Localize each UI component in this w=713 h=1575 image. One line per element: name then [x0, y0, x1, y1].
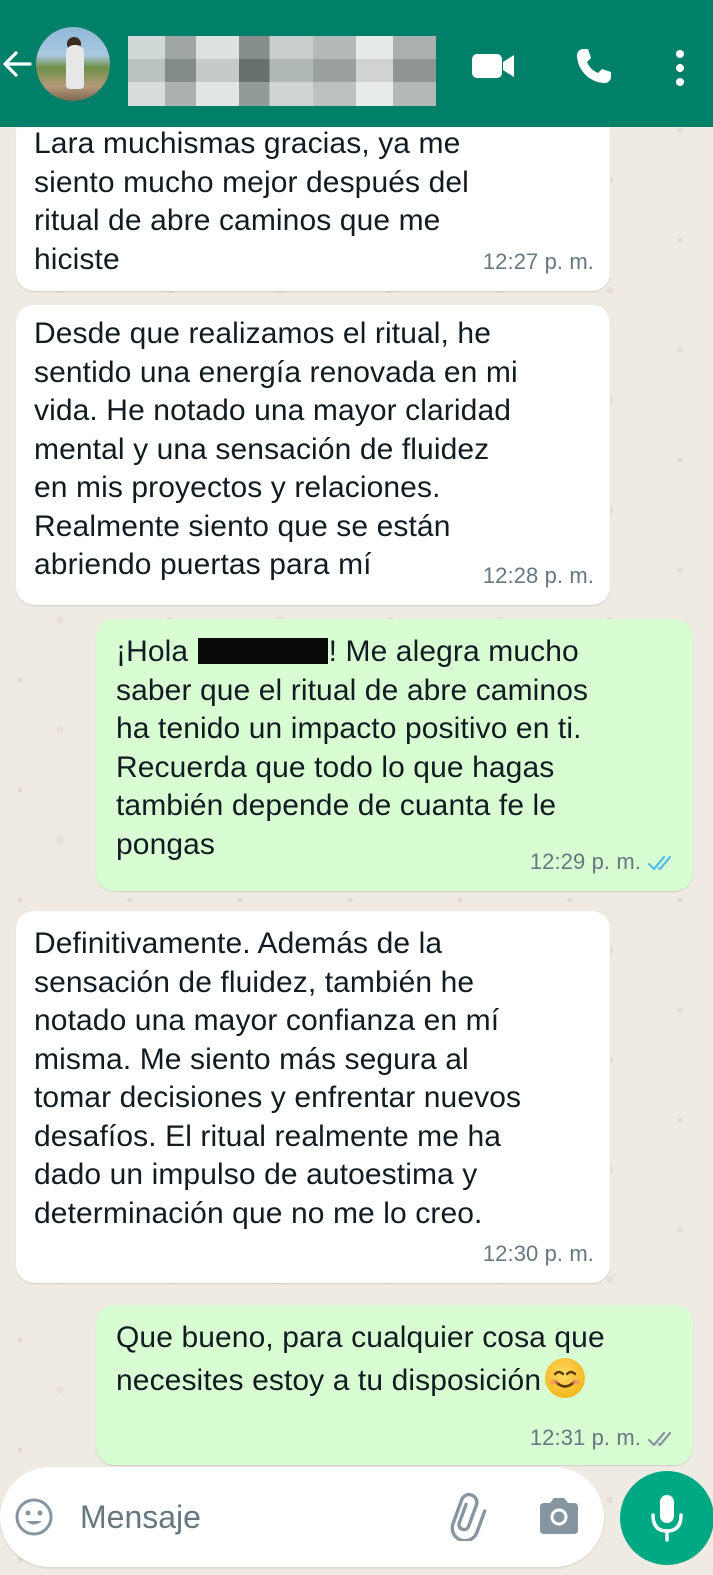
- contact-name[interactable]: [128, 36, 436, 106]
- read-ticks-icon: [647, 855, 672, 870]
- redacted-name: [197, 638, 328, 664]
- message-incoming[interactable]: Desde que realizamos el ritual, he senti…: [16, 305, 610, 605]
- mic-icon: [651, 1495, 683, 1542]
- message-text: ¡Hola ! Me alegra mucho saber que el rit…: [116, 635, 589, 861]
- message-input-bar: [0, 1467, 604, 1567]
- camera-icon[interactable]: [536, 1495, 582, 1537]
- message-input[interactable]: [80, 1491, 420, 1543]
- back-arrow-icon[interactable]: [0, 42, 34, 86]
- emoji-icon[interactable]: [14, 1497, 54, 1537]
- message-text: Desde que realizamos el ritual, he senti…: [34, 317, 518, 581]
- message-time: 12:28 p. m.: [482, 562, 594, 588]
- message-outgoing[interactable]: Que bueno, para cualquier cosa que neces…: [96, 1305, 693, 1465]
- video-call-icon[interactable]: [470, 46, 516, 86]
- more-options-icon[interactable]: [666, 46, 694, 90]
- chat-header: [0, 0, 713, 127]
- attach-icon[interactable]: [444, 1493, 500, 1541]
- message-text: Que bueno, para cualquier cosa que neces…: [116, 1321, 605, 1398]
- message-outgoing[interactable]: ¡Hola ! Me alegra mucho saber que el rit…: [96, 619, 693, 891]
- message-incoming[interactable]: Lara muchismas gracias, ya me siento muc…: [16, 127, 610, 291]
- message-time: 12:29 p. m.: [530, 843, 677, 882]
- voice-call-icon[interactable]: [574, 46, 614, 86]
- message-list: Lara muchismas gracias, ya me siento muc…: [0, 127, 713, 1467]
- voice-message-button[interactable]: [620, 1471, 713, 1565]
- composer: [0, 1467, 713, 1575]
- smiling-face-icon: [545, 1357, 586, 1398]
- message-text: Definitivamente. Además de la sensación …: [34, 927, 522, 1230]
- delivered-ticks-icon: [647, 1431, 672, 1446]
- message-time: 12:30 p. m.: [482, 1240, 594, 1266]
- message-time: 12:31 p. m.: [530, 1419, 677, 1458]
- avatar[interactable]: [36, 27, 110, 101]
- message-time: 12:27 p. m.: [482, 248, 594, 274]
- message-incoming[interactable]: Definitivamente. Además de la sensación …: [16, 911, 610, 1283]
